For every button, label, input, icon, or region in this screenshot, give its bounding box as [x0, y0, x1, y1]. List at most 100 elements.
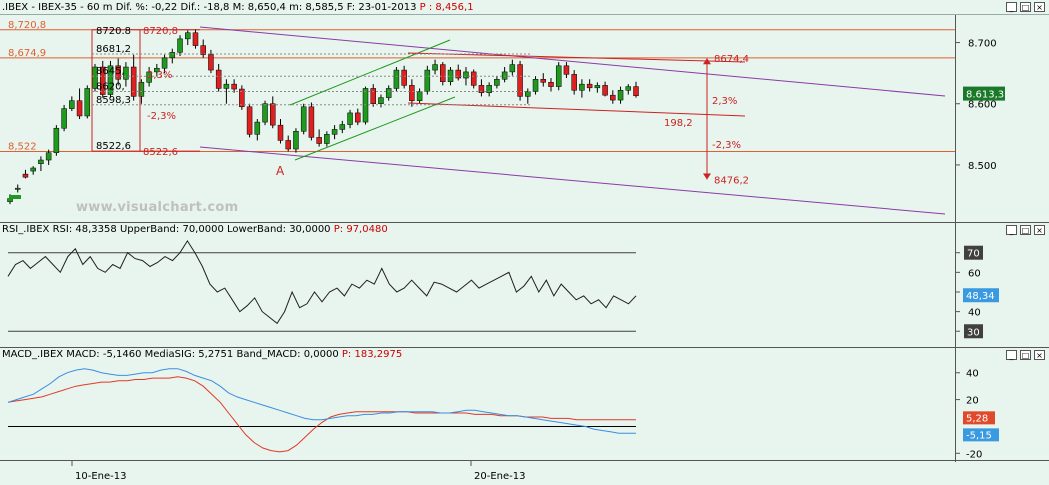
candle-body [579, 83, 585, 91]
candle-body [470, 71, 477, 86]
close-button[interactable]: × [1034, 350, 1045, 360]
candle-body [30, 167, 36, 172]
candle-body [215, 69, 222, 89]
left-marker [9, 195, 21, 199]
level-label: 8,674,9 [8, 48, 46, 59]
candle-body [401, 69, 407, 86]
candle-body [432, 64, 438, 71]
candle-body [416, 91, 423, 101]
candle-body [324, 134, 330, 144]
price-axis-tick-label: 8.600 [968, 100, 997, 111]
price-axis-tick-label: 8.500 [968, 161, 997, 172]
level-label: 8,522 [8, 141, 37, 152]
macd-last-value: -5,15 [966, 430, 992, 441]
rsi-series-line [7, 239, 637, 325]
candle-body [293, 131, 299, 150]
candle-body [563, 65, 570, 75]
minimize-button[interactable]: _ [1006, 350, 1017, 360]
macd-p: 183,2975 [354, 349, 403, 360]
macd-value: -5,1460 [102, 349, 142, 360]
range-high-label: 8720,8 [143, 26, 178, 37]
time-axis-label: 10-Ene-13 [75, 471, 126, 482]
candle-body [370, 88, 376, 104]
pivot-label: A [276, 164, 285, 178]
candle-body [586, 83, 593, 89]
candle-body [192, 32, 199, 46]
candle-body [540, 79, 547, 83]
candle-body [385, 88, 392, 98]
time-axis-label: 20-Ene-13 [474, 471, 525, 482]
macd-last-signal: 5,28 [966, 413, 988, 424]
range-pct-up-label: 2,3% [147, 70, 172, 81]
candle-body [84, 88, 91, 117]
candle-body [38, 159, 44, 164]
candle-body [14, 187, 21, 190]
candle-body [548, 82, 554, 87]
candle-body [200, 45, 206, 56]
price-symbol: .IBEX - IBEX-35 - 60 m [2, 2, 113, 13]
candle-body [223, 83, 230, 89]
candle-body [378, 97, 384, 104]
level-label: 8,720,8 [8, 20, 46, 31]
candle-body [246, 106, 253, 135]
candle-body [277, 124, 284, 141]
candle-body [161, 57, 168, 69]
candle-body [7, 198, 13, 202]
candle-body [494, 79, 500, 86]
price-dif-pct: -0,22 [151, 2, 178, 13]
candle-body [53, 127, 60, 153]
maximize-button[interactable]: □ [1020, 350, 1031, 360]
close-button[interactable]: × [1034, 2, 1045, 12]
candle-body [463, 71, 469, 79]
candle-body [331, 129, 338, 135]
minimize-button[interactable]: _ [1006, 2, 1017, 12]
price-axis-tick-label: 8.700 [968, 39, 997, 50]
close-button[interactable]: × [1034, 225, 1045, 235]
rsi-axis-tick-label: 40 [968, 308, 981, 319]
fib-level-label: 8620, [96, 81, 125, 92]
price-p: 8,456,1 [435, 2, 474, 13]
macd-band: 0,0000 [303, 349, 339, 360]
candle-body [61, 108, 67, 129]
candle-body [76, 100, 83, 117]
fib-level-label: 8720.8 [96, 26, 131, 37]
candle-body [169, 52, 176, 59]
macd-band-label: Band_MACD: [236, 349, 301, 360]
candle-body [409, 85, 415, 101]
macd-axis-tick-label: 20 [966, 396, 979, 407]
minimize-button[interactable]: _ [1006, 225, 1017, 235]
macd-signal: 5,2751 [198, 349, 234, 360]
price-date-label: F: [346, 2, 356, 13]
rsi-upper: 70,0000 [182, 224, 224, 235]
candle-body [594, 85, 601, 89]
candle-body [633, 86, 639, 97]
maximize-button[interactable]: □ [1020, 2, 1031, 12]
candle-body [208, 54, 214, 71]
rsi-value: 48,3358 [75, 224, 117, 235]
maximize-button[interactable]: □ [1020, 225, 1031, 235]
candle-body [347, 112, 353, 125]
rsi-name: RSI_.IBEX RSI: [2, 224, 73, 235]
candle-body [270, 103, 276, 126]
fib-level-label: 8522,6 [96, 141, 131, 152]
macd-axis-tick-label: 40 [966, 369, 979, 380]
rsi-band-label: 30 [967, 327, 980, 338]
price-dif-label: Dif.: [180, 2, 201, 13]
rsi-band-label: 70 [967, 249, 980, 260]
price-p-label: P : [419, 2, 433, 13]
price-min: 8,585,5 [305, 2, 344, 13]
candle-body [617, 90, 624, 101]
candle-body [555, 65, 562, 87]
rsi-lower-label: LowerBand: [227, 224, 286, 235]
rsi-lower: 30,0000 [289, 224, 331, 235]
candle-body [231, 83, 237, 90]
candle-body [455, 69, 461, 79]
candle-body [177, 38, 183, 53]
price-min-label: m: [289, 2, 303, 13]
fib-level-label: 8598,3 [96, 95, 131, 106]
price-dif-pct-label: Dif. %: [115, 2, 149, 13]
candle-body [532, 79, 539, 92]
rsi-last-value: 48,34 [966, 291, 995, 302]
projection-pct-down-label: -2,3% [712, 140, 741, 151]
price-max: 8,650,4 [247, 2, 286, 13]
